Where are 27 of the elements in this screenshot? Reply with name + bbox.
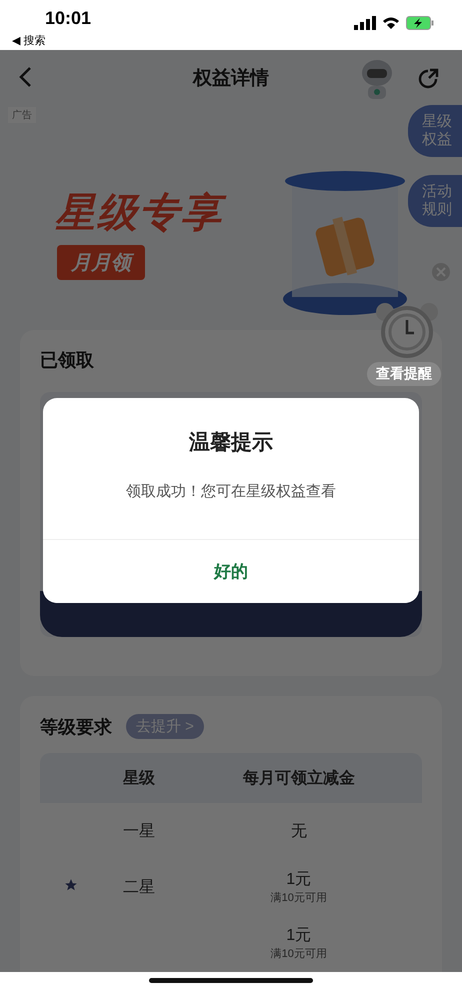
banner-tag: 月月领: [57, 245, 145, 280]
wifi-icon: [382, 16, 400, 30]
share-icon[interactable]: [416, 67, 440, 91]
level-cell: 二星: [122, 878, 155, 896]
ok-button[interactable]: 好的: [43, 539, 419, 603]
battery-charging-icon: [406, 16, 434, 30]
amount-cell-text: 1元: [285, 926, 312, 946]
condition-text: 满10元可用: [270, 891, 328, 905]
back-to-app-link[interactable]: ◀ 搜索: [12, 33, 46, 48]
dialog-message: 领取成功！您可在星级权益查看: [125, 482, 337, 501]
card-title: 已领取: [40, 349, 95, 372]
back-icon[interactable]: [18, 66, 32, 88]
amount-cell-text: 1元: [285, 870, 312, 890]
side-tab[interactable]: 活动规则: [408, 175, 462, 227]
amount-cell-text: 无: [290, 822, 308, 842]
status-time: 10:01: [45, 8, 92, 29]
ad-label: 广告: [8, 107, 36, 123]
reminder-button[interactable]: 查看提醒: [367, 362, 441, 386]
condition-text: 满10元可用: [270, 947, 328, 961]
page-title: 权益详情: [193, 66, 269, 90]
dialog-title: 温馨提示: [188, 430, 274, 456]
level-cell: 一星: [122, 822, 155, 840]
signal-icon: [354, 16, 376, 30]
side-tab[interactable]: 星级权益: [408, 105, 462, 157]
card-title: 等级要求: [40, 716, 112, 738]
column-header: 每月可领立减金: [176, 753, 422, 803]
column-header: 星级: [102, 753, 176, 803]
